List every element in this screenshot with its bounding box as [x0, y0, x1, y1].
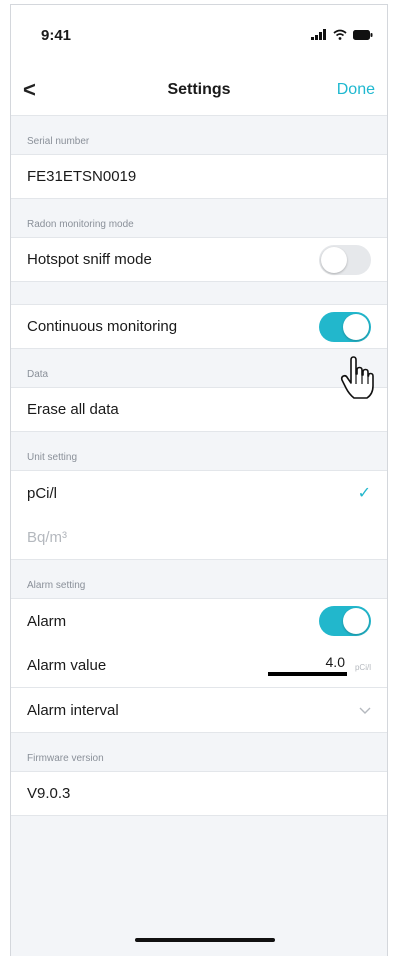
section-header-radon-mode: Radon monitoring mode [27, 219, 134, 230]
continuous-monitoring-label: Continuous monitoring [27, 318, 178, 335]
toggle-knob [343, 313, 369, 340]
section-header-firmware: Firmware version [27, 753, 104, 764]
hand-cursor-icon [340, 356, 374, 399]
continuous-monitoring-toggle[interactable] [319, 311, 371, 342]
signal-icon [311, 29, 326, 40]
alarm-value-row: Alarm value 4.0 pCi/l [11, 643, 387, 688]
wifi-icon [333, 29, 347, 40]
hotspot-sniff-toggle[interactable] [319, 244, 371, 275]
status-time: 9:41 [41, 27, 72, 44]
alarm-value-number: 4.0 [267, 654, 347, 676]
serial-number-value: FE31ETSN0019 [27, 168, 137, 185]
section-header-unit: Unit setting [27, 452, 78, 463]
serial-number-row: FE31ETSN0019 [11, 154, 387, 199]
continuous-monitoring-row: Continuous monitoring [11, 304, 387, 349]
alarm-toggle[interactable] [319, 606, 371, 636]
section-header-data: Data [27, 369, 49, 380]
alarm-label: Alarm [27, 612, 67, 630]
status-icons [311, 29, 373, 40]
hotspot-sniff-row: Hotspot sniff mode [11, 237, 387, 282]
section-header-alarm: Alarm setting [27, 580, 86, 591]
firmware-version-row: V9.0.3 [11, 771, 387, 816]
unit-pci-label: pCi/l [27, 484, 58, 502]
alarm-interval-row[interactable]: Alarm interval [11, 688, 387, 733]
alarm-interval-label: Alarm interval [27, 701, 119, 719]
alarm-value-label: Alarm value [27, 656, 107, 674]
unit-option-bq[interactable]: Bq/m³ [11, 515, 387, 560]
phone-screen: 9:41 < Settings Done Serial number FE31E… [10, 4, 388, 956]
done-button[interactable]: Done [337, 81, 375, 99]
section-header-serial: Serial number [27, 136, 90, 147]
firmware-version-value: V9.0.3 [27, 785, 71, 802]
chevron-down-icon [359, 702, 371, 718]
unit-option-pci[interactable]: pCi/l ✓ [11, 470, 387, 515]
erase-all-data-row[interactable]: Erase all data [11, 387, 387, 432]
page-title: Settings [167, 81, 231, 98]
alarm-row: Alarm [11, 598, 387, 643]
toggle-knob [321, 246, 347, 273]
home-indicator [135, 938, 275, 942]
toggle-knob [343, 608, 369, 634]
navigation-bar: < Settings Done [11, 67, 387, 116]
alarm-value-field[interactable]: 4.0 pCi/l [267, 654, 371, 676]
status-bar: 9:41 [11, 5, 387, 67]
erase-all-data-label: Erase all data [27, 401, 119, 418]
unit-bq-label: Bq/m³ [27, 528, 68, 546]
hotspot-sniff-label: Hotspot sniff mode [27, 251, 152, 268]
checkmark-icon: ✓ [357, 485, 371, 502]
alarm-value-unit: pCi/l [354, 663, 371, 672]
battery-icon [353, 29, 373, 40]
